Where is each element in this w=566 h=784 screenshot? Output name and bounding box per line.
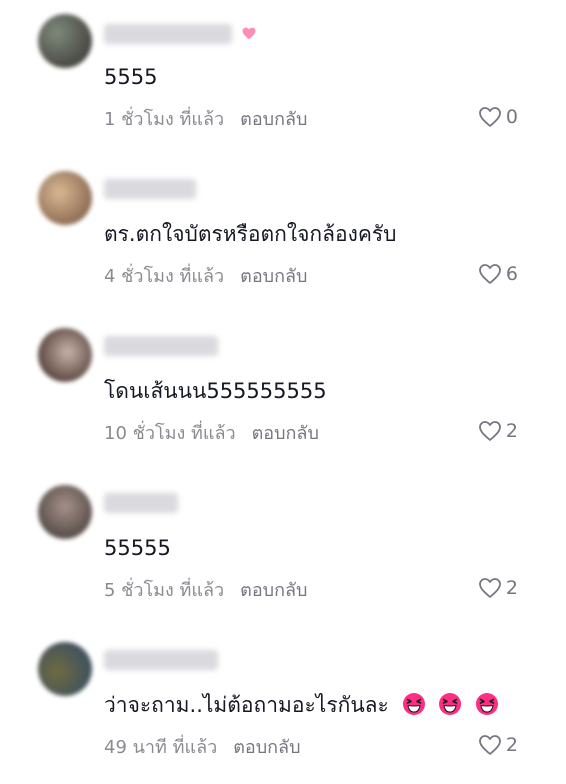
comment-text: ว่าจะถาม..ไม่ต้อถามอะไรกันละ <box>104 691 499 719</box>
avatar[interactable] <box>38 328 92 382</box>
reply-button[interactable]: ตอบกลับ <box>252 423 319 444</box>
username-blurred[interactable] <box>104 336 218 356</box>
avatar[interactable] <box>38 485 92 539</box>
like-count: 2 <box>505 734 518 756</box>
like-button[interactable]: 2 <box>478 577 518 599</box>
like-count: 0 <box>505 106 518 128</box>
timestamp: 5 ชั่วโมง ที่แล้ว <box>104 580 225 601</box>
comment-meta: 49 นาที ที่แล้ว ตอบกลับ <box>104 736 301 760</box>
comment-item: ว่าจะถาม..ไม่ต้อถามอะไรกันละ 49 นาที ที่… <box>0 628 566 784</box>
timestamp: 10 ชั่วโมง ที่แล้ว <box>104 423 236 444</box>
comment-meta: 5 ชั่วโมง ที่แล้ว ตอบกลับ <box>104 579 307 603</box>
comment-item: 5555 1 ชั่วโมง ที่แล้ว ตอบกลับ 0 <box>0 0 566 156</box>
comment-text: 55555 <box>104 536 171 560</box>
heart-outline-icon <box>479 421 501 441</box>
heart-outline-icon <box>479 578 501 598</box>
laughing-squinting-face-emoji <box>475 693 498 715</box>
comment-item: ตร.ตกใจบัตรหรือตกใจกล้องครับ 4 ชั่วโมง ท… <box>0 157 566 313</box>
like-button[interactable]: 0 <box>478 106 518 128</box>
avatar[interactable] <box>38 14 92 68</box>
comment-meta: 1 ชั่วโมง ที่แล้ว ตอบกลับ <box>104 108 307 132</box>
like-button[interactable]: 2 <box>478 734 518 756</box>
username-blurred[interactable] <box>104 493 178 513</box>
heart-outline-icon <box>479 735 501 755</box>
comment-meta: 10 ชั่วโมง ที่แล้ว ตอบกลับ <box>104 422 319 446</box>
like-count: 6 <box>505 263 518 285</box>
heart-outline-icon <box>479 264 501 284</box>
comment-item: โดนเส้นนน555555555 10 ชั่วโมง ที่แล้ว ตอบ… <box>0 314 566 470</box>
comment-text: 5555 <box>104 65 158 89</box>
comment-text-content: ว่าจะถาม..ไม่ต้อถามอะไรกันละ <box>104 693 389 717</box>
reply-button[interactable]: ตอบกลับ <box>240 109 307 130</box>
reply-button[interactable]: ตอบกลับ <box>240 580 307 601</box>
pink-heart-icon <box>242 27 256 40</box>
avatar[interactable] <box>38 171 92 225</box>
timestamp: 4 ชั่วโมง ที่แล้ว <box>104 266 225 287</box>
comment-text: โดนเส้นนน555555555 <box>104 379 327 403</box>
reply-button[interactable]: ตอบกลับ <box>233 737 300 758</box>
timestamp: 1 ชั่วโมง ที่แล้ว <box>104 109 225 130</box>
like-button[interactable]: 6 <box>478 263 518 285</box>
avatar[interactable] <box>38 642 92 696</box>
heart-outline-icon <box>479 107 501 127</box>
like-button[interactable]: 2 <box>478 420 518 442</box>
like-count: 2 <box>505 577 518 599</box>
like-count: 2 <box>505 420 518 442</box>
comment-text: ตร.ตกใจบัตรหรือตกใจกล้องครับ <box>104 222 397 246</box>
username-blurred[interactable] <box>104 650 218 670</box>
username-blurred[interactable] <box>104 179 196 199</box>
reply-button[interactable]: ตอบกลับ <box>240 266 307 287</box>
laughing-squinting-face-emoji <box>439 693 462 715</box>
laughing-squinting-face-emoji <box>402 693 425 715</box>
timestamp: 49 นาที ที่แล้ว <box>104 737 218 758</box>
comment-meta: 4 ชั่วโมง ที่แล้ว ตอบกลับ <box>104 265 307 289</box>
comment-item: 55555 5 ชั่วโมง ที่แล้ว ตอบกลับ 2 <box>0 471 566 627</box>
username-blurred[interactable] <box>104 24 232 44</box>
